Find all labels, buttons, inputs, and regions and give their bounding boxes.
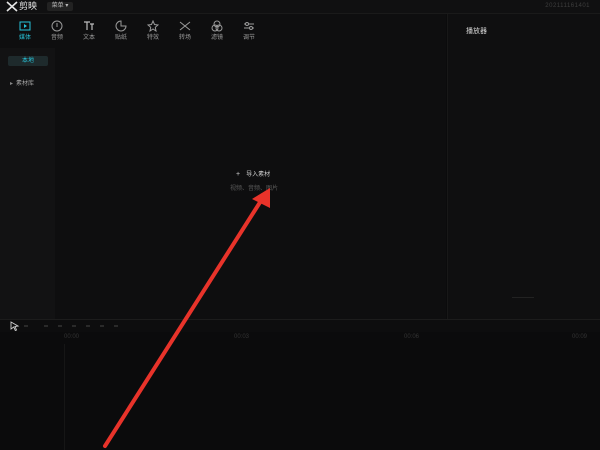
media-panel: 媒体 音频 文本 贴纸 特效 转场 滤镜 调节 本地 ▸ 素材库 + 导入素材 … [0,14,446,319]
plus-icon: + [236,171,241,178]
tab-text[interactable]: 文本 [74,18,104,44]
tab-media[interactable]: 媒体 [10,18,40,44]
capcut-logo-icon [6,1,18,12]
timeline: 00:00 00:03 00:06 00:09 [0,332,600,450]
app-name: 剪映 [19,1,38,11]
caret-right-icon: ▸ [10,81,14,87]
tab-label: 特效 [146,35,159,41]
timeline-toolbar [0,319,600,332]
tab-adjust[interactable]: 调节 [234,18,264,44]
tab-label: 调节 [242,35,255,41]
ruler-tick: 00:03 [234,334,250,340]
ruler-tick: 00:00 [64,334,80,340]
tab-label: 音频 [50,35,63,41]
side-item-library-label: 素材库 [16,81,35,87]
tab-effects[interactable]: 特效 [138,18,168,44]
side-item-library[interactable]: ▸ 素材库 [10,80,34,88]
media-source-list: 本地 ▸ 素材库 [0,48,55,319]
menu-button[interactable]: 菜单 ▾ [47,2,73,11]
track-area[interactable] [64,344,600,450]
import-area: + 导入素材 视频、音频、图片 [150,164,370,204]
player-panel: 播放器 [447,14,600,319]
tab-sticker[interactable]: 贴纸 [106,18,136,44]
audio-icon [51,20,63,32]
freeze-icon[interactable] [72,325,76,327]
tab-label: 滤镜 [210,35,223,41]
select-cursor-icon[interactable] [10,321,20,331]
tab-filter[interactable]: 滤镜 [202,18,232,44]
player-title: 播放器 [466,28,487,35]
filter-icon [211,20,223,32]
transition-icon [179,21,191,31]
timeline-ruler: 00:00 00:03 00:06 00:09 [64,332,600,342]
adjust-icon [244,22,254,30]
tab-label: 文本 [82,35,95,41]
side-item-local[interactable]: 本地 [8,56,48,66]
menu-label: 菜单 [51,3,64,9]
text-icon [84,21,94,30]
ruler-tick: 00:06 [404,334,420,340]
dropdown-chevron-icon[interactable] [24,325,28,327]
split-icon[interactable] [44,325,48,327]
tab-audio[interactable]: 音频 [42,18,72,44]
ruler-tick: 00:09 [572,334,588,340]
title-bar: 剪映 菜单 ▾ 202111161401 [0,0,600,14]
reverse-icon[interactable] [86,325,90,327]
import-label: 导入素材 [246,172,271,178]
tab-label: 贴纸 [114,35,127,41]
import-hint: 视频、音频、图片 [230,186,279,192]
player-divider [512,297,534,298]
media-icon [19,21,31,31]
mirror-icon[interactable] [100,325,104,327]
effects-icon [147,20,159,32]
sticker-icon [115,20,127,32]
tab-label: 转场 [178,35,191,41]
tab-label: 媒体 [18,35,31,41]
rotate-icon[interactable] [114,325,118,327]
project-id: 202111161401 [545,3,590,9]
delete-icon[interactable] [58,325,62,327]
tab-transition[interactable]: 转场 [170,18,200,44]
import-media-button[interactable]: + 导入素材 [236,171,270,179]
media-tabs: 媒体 音频 文本 贴纸 特效 转场 滤镜 调节 [0,14,446,46]
